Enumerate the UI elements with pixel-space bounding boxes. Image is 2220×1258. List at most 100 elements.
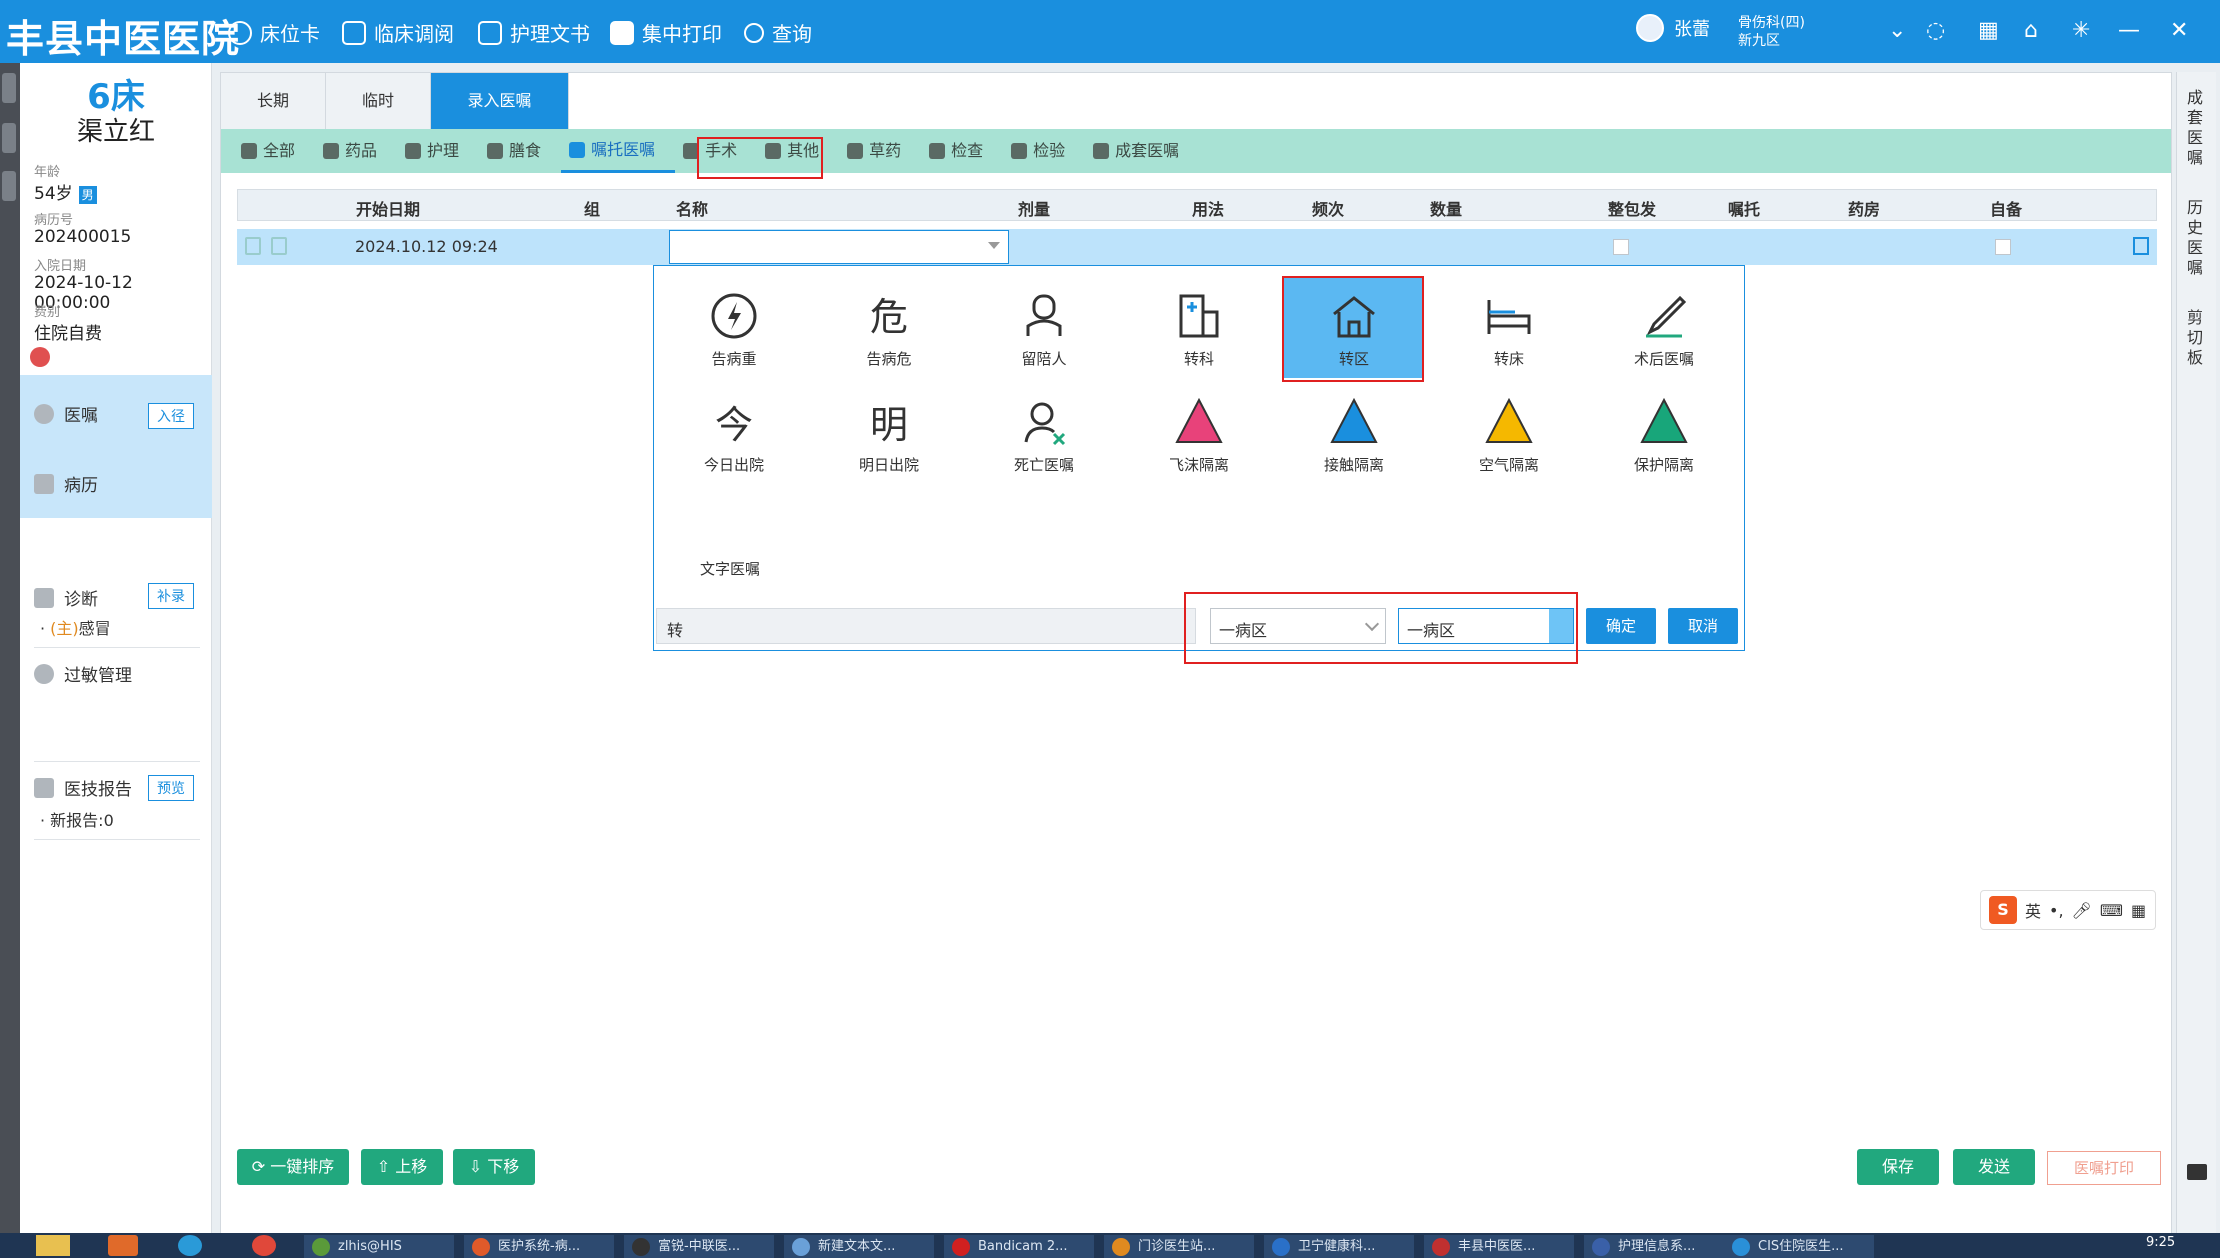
subtab-all[interactable]: 全部: [233, 129, 315, 173]
chat-icon[interactable]: ◌: [1926, 18, 1945, 43]
critical-danger-item[interactable]: 危 告病危: [819, 278, 959, 378]
apps-grid-icon[interactable]: ▦: [1978, 18, 1999, 43]
sidebar-item-records[interactable]: 病历: [34, 471, 98, 496]
info-icon[interactable]: [2133, 237, 2149, 255]
chevron-down-icon: [988, 242, 1000, 249]
right-sidebar: 成套医嘱 历史医嘱 剪切板: [2176, 72, 2216, 1237]
minimize-icon[interactable]: —: [2118, 18, 2140, 43]
transfer-dept-item[interactable]: 转科: [1129, 278, 1269, 378]
delete-icon[interactable]: [245, 237, 261, 255]
move-down-button[interactable]: ⇩ 下移: [453, 1149, 535, 1185]
taskbar-app[interactable]: 丰县中医医...: [1424, 1235, 1574, 1258]
sidebar-item-allergy[interactable]: 过敏管理: [34, 661, 132, 686]
discharge-tomorrow-item[interactable]: 明 明日出院: [819, 384, 959, 484]
death-order-item[interactable]: 死亡医嘱: [974, 384, 1114, 484]
search-icon: [744, 22, 764, 43]
pathway-button[interactable]: 入径: [148, 403, 194, 429]
taskbar-app[interactable]: 新建文本文...: [784, 1235, 934, 1258]
ime-toolbar[interactable]: S 英 •, 🎤︎ ⌨ ▦: [1980, 890, 2156, 930]
cancel-button[interactable]: 取消: [1668, 608, 1738, 644]
taskbar-app[interactable]: 卫宁健康科...: [1264, 1235, 1414, 1258]
herb-icon: [847, 143, 864, 159]
critical-illness-item[interactable]: 告病重: [664, 278, 804, 378]
order-sets-side-tab[interactable]: 成套医嘱: [2187, 88, 2207, 168]
move-up-button[interactable]: ⇧ 上移: [361, 1149, 443, 1185]
folder-icon[interactable]: [36, 1235, 70, 1256]
subtab-herbs[interactable]: 草药: [839, 129, 921, 173]
send-button[interactable]: 发送: [1953, 1149, 2035, 1185]
green-triangle-icon: [1640, 398, 1688, 443]
taskbar-app[interactable]: 富锐-中联医...: [624, 1235, 774, 1258]
taskbar-app[interactable]: 医护系统-病...: [464, 1235, 614, 1258]
confirm-button[interactable]: 确定: [1586, 608, 1656, 644]
order-name-input[interactable]: [669, 230, 1009, 264]
taskbar: zlhis@HIS 医护系统-病... 富锐-中联医... 新建文本文... B…: [0, 1233, 2220, 1258]
allergy-icon: [34, 663, 54, 684]
whole-pack-checkbox[interactable]: [1613, 239, 1629, 255]
table-row[interactable]: 2024.10.12 09:24: [237, 229, 2157, 265]
subtab-instruction-orders[interactable]: 嘱托医嘱: [561, 129, 676, 173]
sidebar-item-reports[interactable]: 医技报告: [34, 775, 132, 800]
nav-query[interactable]: 查询: [744, 18, 812, 47]
edge-browser-icon[interactable]: [178, 1235, 202, 1256]
transfer-bed-item[interactable]: 转床: [1439, 278, 1579, 378]
self-provided-checkbox[interactable]: [1995, 239, 2011, 255]
save-button[interactable]: 保存: [1857, 1149, 1939, 1185]
yellow-triangle-icon: [1485, 398, 1533, 443]
contact-isolation-item[interactable]: 接触隔离: [1284, 384, 1424, 484]
droplet-isolation-item[interactable]: 飞沫隔离: [1129, 384, 1269, 484]
sidebar-item-orders[interactable]: 医嘱 入径: [20, 375, 212, 518]
top-bar: 丰县中医医院 床位卡 临床调阅 护理文书 集中打印 查询 张蕾 骨伤科(四) 新…: [0, 0, 2220, 63]
blue-triangle-icon: [1330, 398, 1378, 443]
note-icon[interactable]: [271, 237, 287, 255]
nav-bed-card[interactable]: 床位卡: [228, 18, 320, 47]
media-player-icon[interactable]: [108, 1235, 138, 1256]
chrome-browser-icon[interactable]: [252, 1235, 276, 1256]
briefcase-icon[interactable]: [2187, 1164, 2207, 1180]
discharge-today-item[interactable]: 今 今日出院: [664, 384, 804, 484]
nav-nursing-docs[interactable]: 护理文书: [478, 18, 590, 47]
subtab-drugs[interactable]: 药品: [315, 129, 397, 173]
subtab-diet[interactable]: 膳食: [479, 129, 561, 173]
instruction-icon: [569, 141, 586, 158]
fee-label: 费别: [34, 305, 61, 320]
post-op-item[interactable]: 术后医嘱: [1594, 278, 1734, 378]
divider: [34, 839, 200, 840]
subtab-exam[interactable]: 检查: [921, 129, 1003, 173]
sidebar-item-diagnosis[interactable]: 诊断: [34, 585, 98, 610]
chevron-down-icon[interactable]: ⌄: [1888, 18, 1906, 43]
tab-temporary[interactable]: 临时: [326, 73, 431, 129]
tab-long-term[interactable]: 长期: [221, 73, 326, 129]
protective-isolation-item[interactable]: 保护隔离: [1594, 384, 1734, 484]
taskbar-app[interactable]: zlhis@HIS: [304, 1235, 454, 1258]
escort-item[interactable]: 留陪人: [974, 278, 1114, 378]
department-info[interactable]: 骨伤科(四) 新九区: [1738, 14, 1805, 50]
apps-icon: ▦: [2130, 900, 2147, 920]
col-quantity: 数量: [1430, 200, 1463, 219]
tab-enter-orders[interactable]: 录入医嘱: [431, 73, 569, 129]
diagnosis-item: · (主)感冒: [40, 619, 111, 638]
taskbar-app[interactable]: Bandicam 2...: [944, 1235, 1094, 1258]
airborne-isolation-item[interactable]: 空气隔离: [1439, 384, 1579, 484]
settings-icon[interactable]: ✳: [2072, 18, 2090, 43]
taskbar-app[interactable]: 护理信息系...: [1584, 1235, 1734, 1258]
lock-icon[interactable]: ⌂: [2024, 18, 2038, 43]
supplement-button[interactable]: 补录: [148, 583, 194, 609]
close-icon[interactable]: ✕: [2170, 18, 2188, 43]
nav-clinical-review[interactable]: 临床调阅: [342, 18, 454, 47]
microphone-icon: 🎤︎: [2071, 900, 2092, 920]
taskbar-app[interactable]: 门诊医生站...: [1104, 1235, 1254, 1258]
text-order-label[interactable]: 文字医嘱: [700, 558, 760, 579]
taskbar-app[interactable]: CIS住院医生...: [1724, 1235, 1874, 1258]
order-text-input[interactable]: 转: [656, 608, 1196, 644]
clipboard-side-tab[interactable]: 剪切板: [2187, 308, 2207, 368]
history-orders-side-tab[interactable]: 历史医嘱: [2187, 198, 2207, 278]
sort-button[interactable]: ⟳ 一键排序: [237, 1149, 349, 1185]
subtab-order-sets[interactable]: 成套医嘱: [1085, 129, 1199, 173]
print-orders-button[interactable]: 医嘱打印: [2047, 1151, 2161, 1185]
nav-batch-print[interactable]: 集中打印: [610, 18, 722, 47]
subtab-lab[interactable]: 检验: [1003, 129, 1085, 173]
user-menu[interactable]: 张蕾: [1636, 14, 1710, 42]
subtab-nursing[interactable]: 护理: [397, 129, 479, 173]
preview-button[interactable]: 预览: [148, 775, 194, 801]
